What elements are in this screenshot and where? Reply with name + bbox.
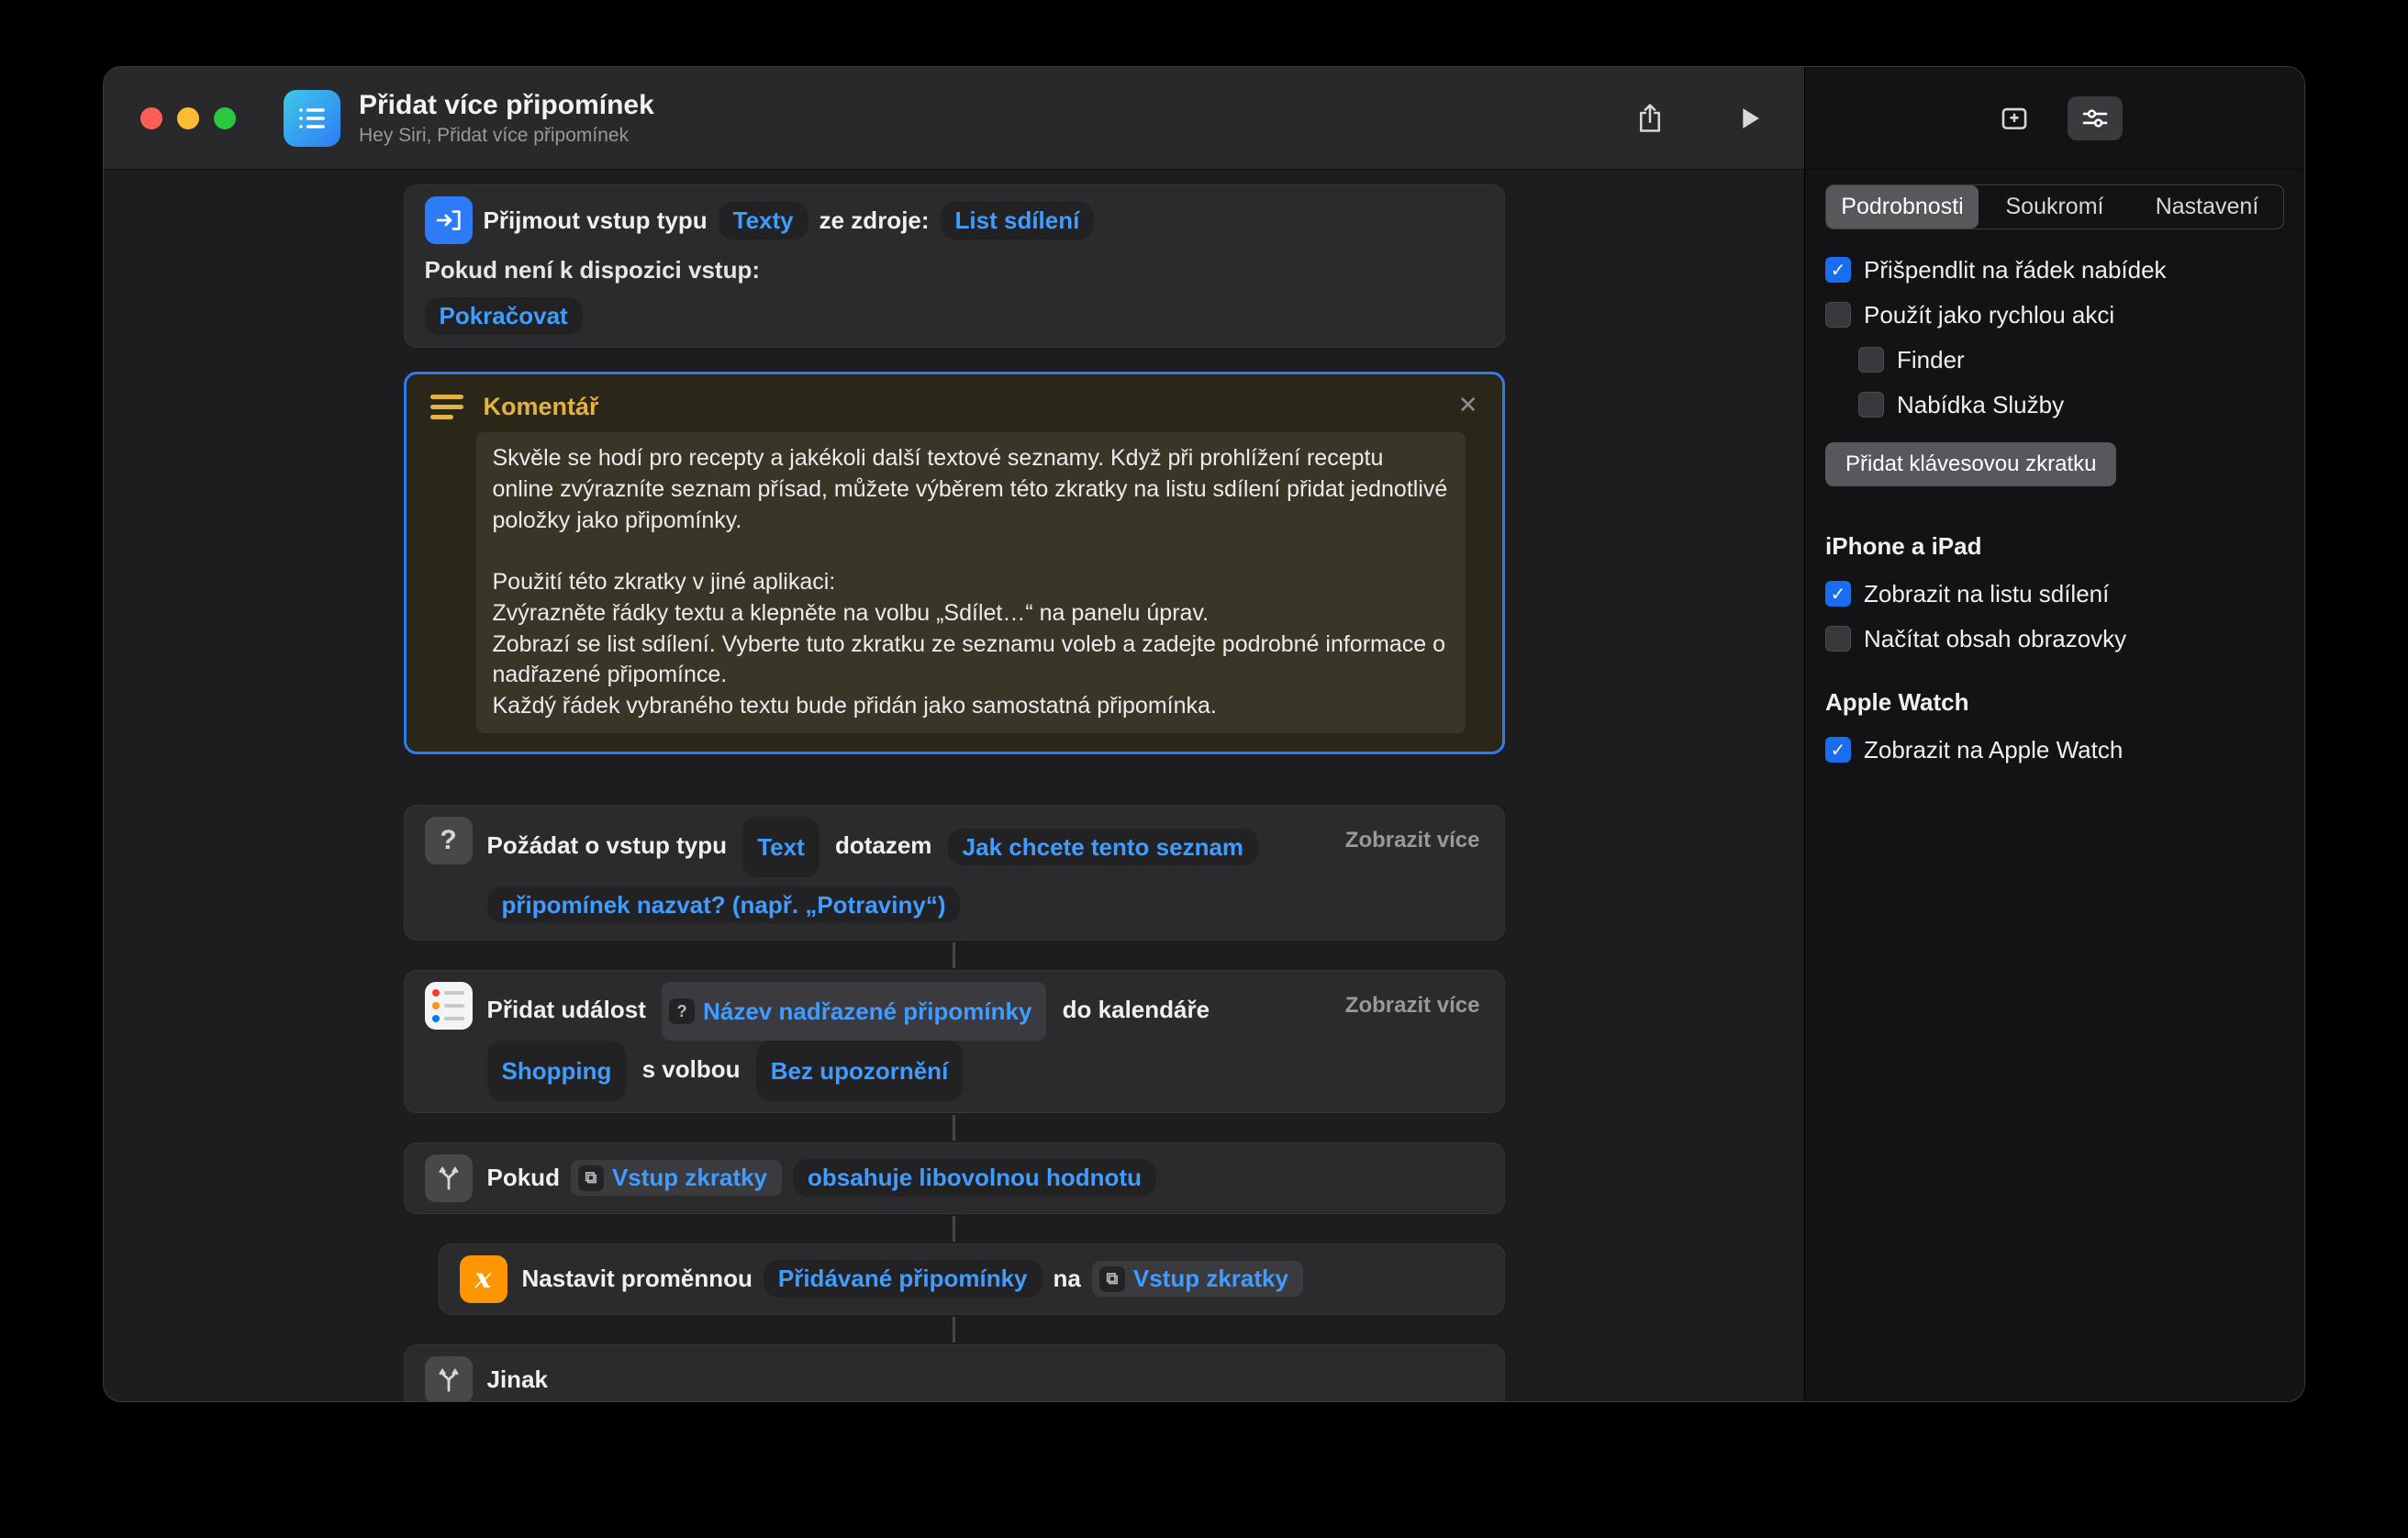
checkbox[interactable]: ✓ <box>1825 581 1851 607</box>
action-set-variable[interactable]: x Nastavit proměnnou Přidávané připomínk… <box>439 1243 1505 1315</box>
shortcut-editor-canvas[interactable]: Přijmout vstup typu Texty ze zdroje: Lis… <box>104 170 1804 1401</box>
fallback-label: Pokud není k dispozici vstup: <box>425 256 761 284</box>
title-block: Přidat více připomínek Hey Siri, Přidat … <box>359 90 654 147</box>
branch-icon <box>425 1154 473 1202</box>
shortcut-subtitle: Hey Siri, Přidat více připomínek <box>359 125 654 147</box>
checkbox[interactable]: ✓ <box>1825 257 1851 283</box>
comment-title: Komentář <box>484 393 599 421</box>
sidebar-tabs: Podrobnosti Soukromí Nastavení <box>1825 184 2284 229</box>
set-variable-icon: x <box>460 1255 507 1303</box>
option-pin-menubar[interactable]: ✓ Přišpendlit na řádek nabídek <box>1825 253 2284 286</box>
show-more-link[interactable]: Zobrazit více <box>1345 828 1480 853</box>
list-icon <box>295 102 329 135</box>
comment-header: Komentář ✕ <box>425 387 1484 432</box>
checkbox[interactable]: ✓ <box>1825 302 1851 328</box>
close-comment-icon[interactable]: ✕ <box>1458 391 1478 419</box>
main-pane: Přidat více připomínek Hey Siri, Přidat … <box>104 67 1804 1401</box>
checkbox[interactable]: ✓ <box>1858 392 1884 418</box>
share-icon <box>1633 102 1667 135</box>
run-shortcut-button[interactable] <box>1727 96 1771 140</box>
action-flow: Přijmout vstup typu Texty ze zdroje: Lis… <box>404 184 1505 1401</box>
tab-podrobnosti[interactable]: Podrobnosti <box>1826 185 1979 228</box>
variable-icon: ? <box>669 998 695 1024</box>
variable-name-token[interactable]: Přidávané připomínky <box>764 1260 1042 1298</box>
option-show-apple-watch[interactable]: ✓ Zobrazit na Apple Watch <box>1825 733 2284 766</box>
zoom-window-button[interactable] <box>214 107 236 129</box>
show-more-link[interactable]: Zobrazit více <box>1345 993 1480 1019</box>
option-quick-action[interactable]: ✓ Použít jako rychlou akci <box>1825 298 2284 331</box>
inspector-sidebar: Podrobnosti Soukromí Nastavení ✓ Přišpen… <box>1804 67 2304 1401</box>
action-library-button[interactable] <box>1987 96 2042 140</box>
checkbox[interactable]: ✓ <box>1825 737 1851 763</box>
add-keyboard-shortcut-button[interactable]: Přidat klávesovou zkratku <box>1825 442 2116 486</box>
fallback-value-token[interactable]: Pokračovat <box>425 297 583 335</box>
action-add-event[interactable]: Přidat událost ? Název nadřazené připomí… <box>404 970 1505 1113</box>
ask1-type-token[interactable]: Text <box>742 817 819 877</box>
shortcut-input-icon: ⧉ <box>578 1165 604 1191</box>
play-icon <box>1734 104 1764 133</box>
shortcut-input-variable-token[interactable]: ⧉ Vstup zkratky <box>571 1160 782 1196</box>
shortcut-input-icon: ⧉ <box>1099 1266 1125 1292</box>
add-panel-icon <box>1999 103 2030 134</box>
input-type-token[interactable]: Texty <box>719 202 808 240</box>
shortcut-title: Přidat více připomínek <box>359 90 654 121</box>
flow-connector <box>953 942 955 968</box>
set-variable-label-1: Nastavit proměnnou <box>522 1265 752 1293</box>
comment-icon <box>430 395 463 419</box>
flow-connector <box>953 1216 955 1242</box>
option-show-share-sheet[interactable]: ✓ Zobrazit na listu sdílení <box>1825 577 2284 610</box>
receive-label-1: Přijmout vstup typu <box>484 206 708 235</box>
option-finder[interactable]: ✓ Finder <box>1858 343 2284 376</box>
titlebar-actions <box>1628 96 1771 140</box>
ask1-label-2: dotazem <box>835 831 931 859</box>
sidebar-content: Podrobnosti Soukromí Nastavení ✓ Přišpen… <box>1805 170 2304 793</box>
parent-reminder-variable-token[interactable]: ? Název nadřazené připomínky <box>662 982 1046 1041</box>
action-if[interactable]: Pokud ⧉ Vstup zkratky obsahuje libovolno… <box>404 1142 1505 1214</box>
ask1-label-1: Požádat o vstup typu <box>487 831 727 859</box>
section-iphone-ipad: iPhone a iPad <box>1825 532 2284 561</box>
comment-text-field[interactable]: Skvěle se hodí pro recepty a jakékoli da… <box>476 432 1466 733</box>
input-source-token[interactable]: List sdílení <box>941 202 1095 240</box>
if-label: Pokud <box>487 1164 560 1192</box>
titlebar: Přidat více připomínek Hey Siri, Přidat … <box>104 67 1804 170</box>
receive-input-icon <box>425 196 473 244</box>
add-event-label-2: do kalendáře <box>1063 996 1210 1023</box>
reminders-icon <box>425 982 473 1030</box>
flow-connector <box>953 1115 955 1141</box>
action-comment[interactable]: Komentář ✕ Skvěle se hodí pro recepty a … <box>404 372 1505 754</box>
ask-input-icon: ? <box>425 817 473 864</box>
action-ask-input-1[interactable]: ? Požádat o vstup typu Text dotazem Jak … <box>404 805 1505 941</box>
option-services-menu[interactable]: ✓ Nabídka Služby <box>1858 388 2284 421</box>
sliders-icon <box>2079 103 2111 134</box>
shortcut-details-button[interactable] <box>2068 96 2123 140</box>
alert-option-token[interactable]: Bez upozornění <box>756 1041 964 1101</box>
shortcut-input-variable-token[interactable]: ⧉ Vstup zkratky <box>1092 1261 1303 1297</box>
shortcut-app-icon <box>284 90 340 147</box>
checkbox[interactable]: ✓ <box>1858 347 1884 373</box>
set-variable-label-2: na <box>1054 1265 1081 1293</box>
minimize-window-button[interactable] <box>177 107 199 129</box>
otherwise-label: Jinak <box>487 1365 549 1394</box>
tab-soukromi[interactable]: Soukromí <box>1979 185 2131 228</box>
checkbox[interactable]: ✓ <box>1825 626 1851 652</box>
action-otherwise[interactable]: Jinak <box>404 1344 1505 1401</box>
tab-nastaveni[interactable]: Nastavení <box>2131 185 2283 228</box>
close-window-button[interactable] <box>140 107 162 129</box>
add-event-label-1: Přidat událost <box>487 996 646 1023</box>
action-receive-input[interactable]: Přijmout vstup typu Texty ze zdroje: Lis… <box>404 184 1505 348</box>
add-event-label-3: s volbou <box>642 1055 741 1083</box>
flow-connector <box>953 1317 955 1343</box>
receive-label-2: ze zdroje: <box>819 206 930 235</box>
branch-icon <box>425 1356 473 1401</box>
option-get-screen-contents[interactable]: ✓ Načítat obsah obrazovky <box>1825 622 2284 655</box>
condition-token[interactable]: obsahuje libovolnou hodnotu <box>793 1159 1156 1197</box>
shortcuts-window: Přidat více připomínek Hey Siri, Přidat … <box>103 66 2305 1402</box>
section-apple-watch: Apple Watch <box>1825 688 2284 717</box>
calendar-token[interactable]: Shopping <box>487 1041 627 1101</box>
share-button[interactable] <box>1628 96 1672 140</box>
sidebar-toolbar <box>1805 67 2304 170</box>
traffic-lights <box>140 107 236 129</box>
